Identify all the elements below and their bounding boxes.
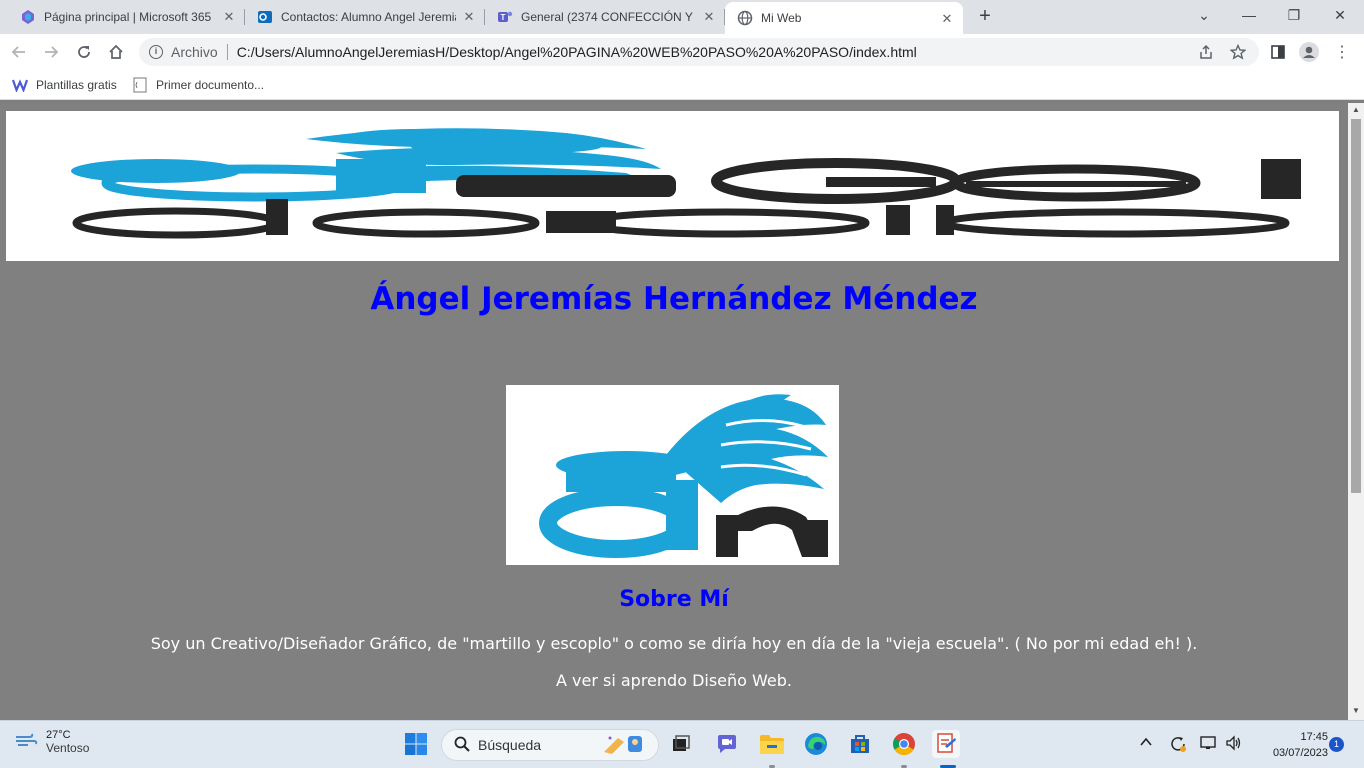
tab-search-icon[interactable]: ⌄ bbox=[1192, 4, 1216, 26]
side-panel-icon[interactable] bbox=[1267, 41, 1289, 63]
address-bar[interactable]: i Archivo C:/Users/AlumnoAngelJeremiasH/… bbox=[139, 38, 1259, 66]
scroll-down-arrow-icon[interactable]: ▼ bbox=[1348, 704, 1364, 718]
scroll-up-arrow-icon[interactable]: ▲ bbox=[1348, 103, 1364, 117]
sync-icon[interactable] bbox=[1169, 735, 1187, 756]
bookmark-label: Plantillas gratis bbox=[36, 78, 117, 92]
taskbar-clock[interactable]: 17:45 03/07/2023 bbox=[1252, 729, 1328, 761]
outlook-icon bbox=[257, 9, 273, 25]
menu-dots-icon[interactable]: ⋮ bbox=[1331, 41, 1353, 63]
svg-text:T: T bbox=[501, 13, 506, 22]
info-icon[interactable]: i bbox=[149, 45, 163, 59]
bookmarks-bar: Plantillas gratis Primer documento... bbox=[0, 70, 1364, 100]
tab-title: Contactos: Alumno Angel Jeremias bbox=[281, 10, 456, 24]
volume-icon[interactable] bbox=[1225, 735, 1243, 754]
windows-taskbar: 27°C Ventoso Búsqueda 17:45 03/07/2023 1 bbox=[0, 720, 1364, 768]
profile-logo-image bbox=[506, 385, 839, 565]
home-icon[interactable] bbox=[105, 41, 127, 63]
close-icon[interactable]: ✕ bbox=[701, 9, 717, 25]
share-icon[interactable] bbox=[1195, 41, 1217, 63]
clock-date: 03/07/2023 bbox=[1272, 747, 1328, 759]
document-icon bbox=[132, 77, 148, 93]
microsoft365-icon bbox=[20, 9, 36, 25]
reload-icon[interactable] bbox=[73, 41, 95, 63]
teams-icon: T bbox=[497, 9, 513, 25]
about-paragraph: A ver si aprendo Diseño Web. bbox=[555, 671, 792, 690]
new-tab-button[interactable]: + bbox=[974, 6, 996, 28]
close-icon[interactable]: ✕ bbox=[221, 9, 237, 25]
bookmark-star-icon[interactable] bbox=[1227, 41, 1249, 63]
url-text[interactable]: C:/Users/AlumnoAngelJeremiasH/Desktop/An… bbox=[237, 44, 917, 60]
tab-microsoft365[interactable]: Página principal | Microsoft 365 ✕ bbox=[8, 0, 245, 34]
close-window-button[interactable]: ✕ bbox=[1328, 4, 1352, 26]
weather-temperature: 27°C bbox=[46, 729, 71, 741]
paint-app-icon[interactable] bbox=[932, 730, 960, 758]
chrome-icon[interactable] bbox=[890, 730, 918, 758]
chevron-up-icon[interactable] bbox=[1139, 735, 1153, 752]
windows-start-icon[interactable] bbox=[402, 730, 430, 758]
tab-mi-web[interactable]: Mi Web ✕ bbox=[725, 2, 963, 34]
bookmark-label: Primer documento... bbox=[156, 78, 265, 92]
scroll-thumb[interactable] bbox=[1351, 119, 1361, 493]
microsoft-store-icon[interactable] bbox=[846, 730, 874, 758]
bookmark-plantillas[interactable]: Plantillas gratis bbox=[12, 76, 117, 94]
close-icon[interactable]: ✕ bbox=[939, 11, 955, 27]
taskbar-search-input[interactable]: Búsqueda bbox=[441, 729, 659, 761]
about-paragraph: Soy un Creativo/Diseñador Gráfico, de "m… bbox=[150, 634, 1198, 653]
weather-condition: Ventoso bbox=[46, 741, 90, 755]
notification-badge[interactable]: 1 bbox=[1329, 737, 1344, 752]
tab-title: Página principal | Microsoft 365 bbox=[44, 10, 212, 24]
file-explorer-icon[interactable] bbox=[758, 730, 786, 758]
scheme-label: Archivo bbox=[171, 44, 218, 60]
back-arrow-icon[interactable] bbox=[8, 41, 30, 63]
search-placeholder: Búsqueda bbox=[478, 737, 542, 753]
tab-outlook[interactable]: Contactos: Alumno Angel Jeremias ✕ bbox=[245, 0, 485, 34]
browser-tab-strip: Página principal | Microsoft 365 ✕ Conta… bbox=[0, 0, 1364, 34]
about-heading: Sobre Mí bbox=[619, 587, 729, 612]
divider bbox=[226, 44, 228, 60]
profile-avatar-icon[interactable] bbox=[1298, 41, 1320, 63]
close-icon[interactable]: ✕ bbox=[461, 9, 477, 25]
tab-teams[interactable]: T General (2374 CONFECCIÓN Y PUBLI ✕ bbox=[485, 0, 725, 34]
wix-w-icon bbox=[12, 77, 28, 93]
task-view-icon[interactable] bbox=[667, 730, 695, 758]
browser-toolbar: i Archivo C:/Users/AlumnoAngelJeremiasH/… bbox=[0, 34, 1364, 70]
forward-arrow-icon[interactable] bbox=[40, 41, 62, 63]
page-title: Ángel Jeremías Hernández Méndez bbox=[370, 281, 978, 317]
network-icon[interactable] bbox=[1200, 735, 1218, 754]
wind-icon bbox=[14, 730, 38, 755]
clock-time: 17:45 bbox=[1300, 731, 1328, 743]
restore-button[interactable]: ❐ bbox=[1282, 4, 1306, 26]
search-highlight-icon bbox=[600, 732, 650, 759]
tab-title: General (2374 CONFECCIÓN Y PUBLI bbox=[521, 10, 696, 24]
weather-widget[interactable]: 27°C Ventoso bbox=[14, 729, 89, 755]
page-scrollbar[interactable]: ▲ ▼ bbox=[1348, 103, 1364, 720]
teams-chat-icon[interactable] bbox=[713, 730, 741, 758]
minimize-button[interactable]: — bbox=[1237, 4, 1261, 26]
edge-icon[interactable] bbox=[802, 730, 830, 758]
search-icon bbox=[454, 736, 470, 755]
tab-title: Mi Web bbox=[761, 11, 802, 25]
web-page: Ángel Jeremías Hernández Méndez Sobre Mí… bbox=[0, 103, 1348, 720]
bookmark-primer-documento[interactable]: Primer documento... bbox=[132, 76, 264, 94]
banner-logo-image bbox=[6, 111, 1339, 261]
globe-icon bbox=[737, 10, 753, 26]
